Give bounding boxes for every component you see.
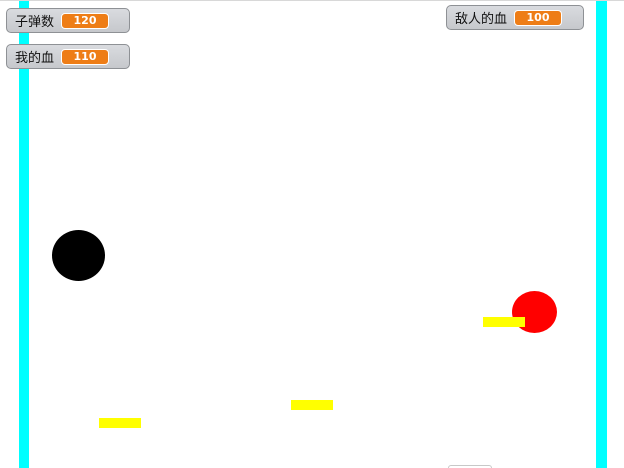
player-ball[interactable] (52, 230, 105, 281)
bullet (291, 400, 333, 410)
bullet (483, 317, 525, 327)
right-wall (596, 1, 607, 468)
bullet-count-monitor[interactable]: 子弹数 120 (6, 8, 130, 33)
my-health-monitor[interactable]: 我的血 110 (6, 44, 130, 69)
bullet-count-value: 120 (61, 12, 110, 29)
enemy-health-monitor[interactable]: 敌人的血 100 (446, 5, 584, 30)
my-health-value: 110 (61, 48, 110, 65)
my-health-label: 我的血 (15, 51, 55, 66)
game-stage: 子弹数 120 我的血 110 敌人的血 100 (0, 0, 624, 468)
enemy-health-value: 100 (514, 9, 563, 26)
enemy-health-label: 敌人的血 (455, 12, 508, 27)
bullet-count-label: 子弹数 (15, 15, 55, 30)
bullet (99, 418, 141, 428)
left-wall (19, 1, 29, 468)
